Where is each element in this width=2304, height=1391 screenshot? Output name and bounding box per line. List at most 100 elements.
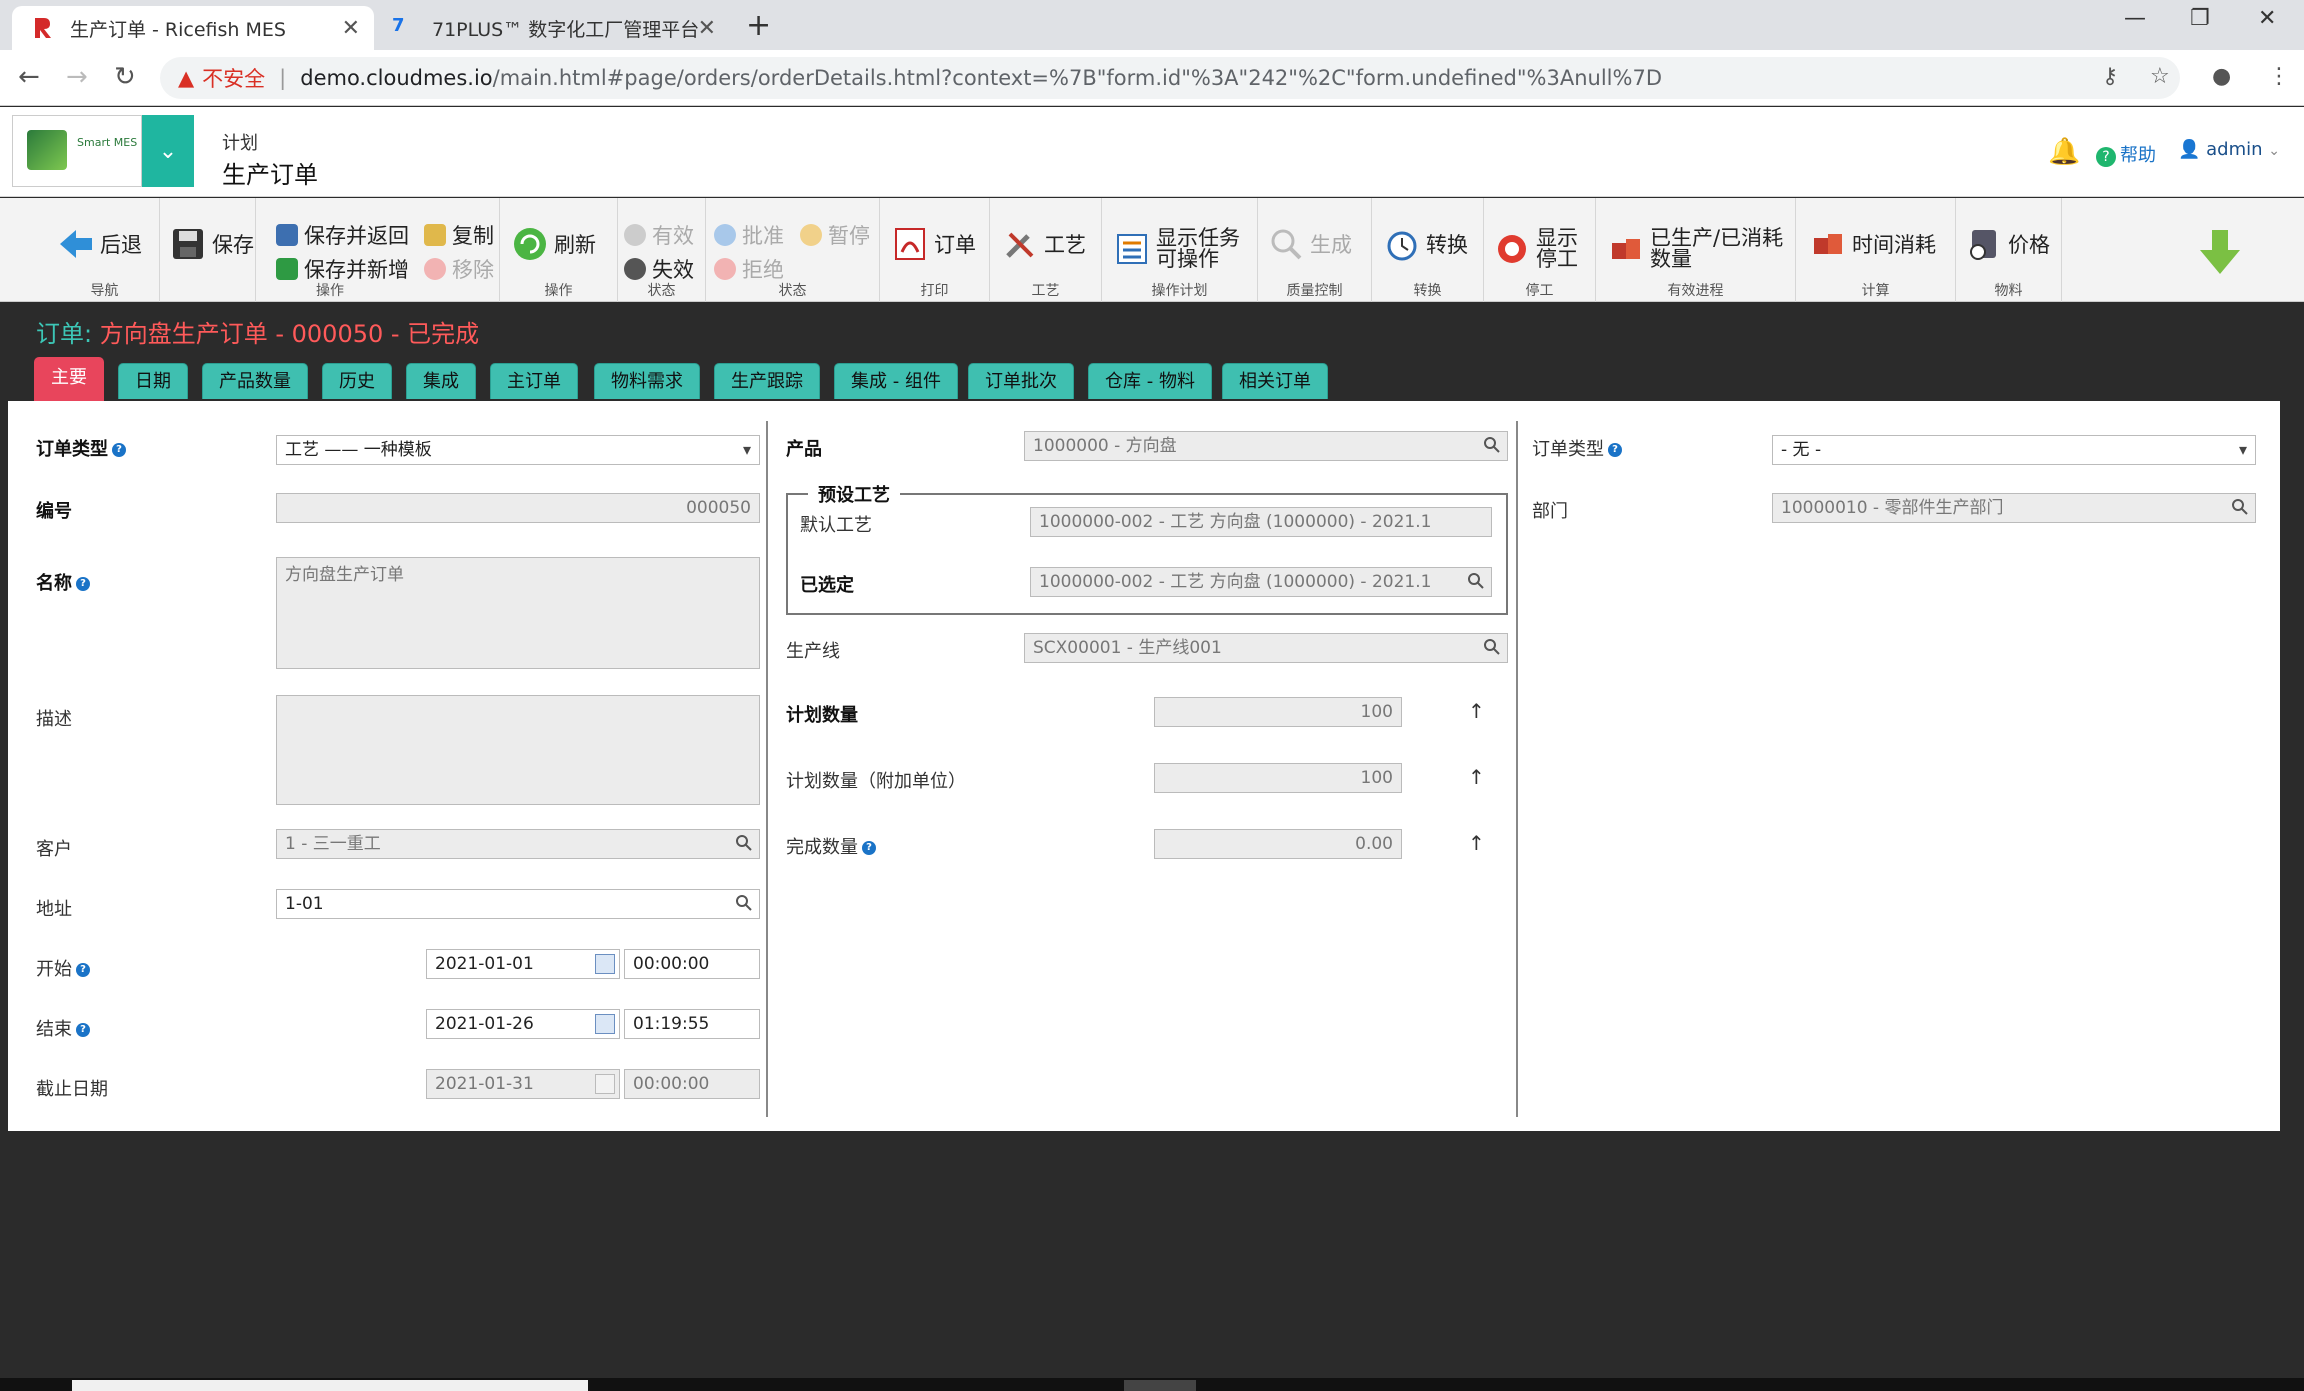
end-date-field[interactable]: 2021-01-26	[426, 1009, 620, 1039]
key-icon[interactable]: ⚷	[2102, 64, 2118, 89]
deadline-date-field[interactable]: 2021-01-31	[426, 1069, 620, 1099]
refresh-button[interactable]: 刷新	[512, 226, 596, 262]
bell-icon[interactable]: 🔔	[2048, 137, 2080, 167]
up-arrow-icon[interactable]: ↑	[1468, 831, 1485, 855]
produced-consumed-button[interactable]: 已生产/已消耗 数量	[1608, 228, 1783, 270]
search-icon[interactable]	[1467, 572, 1485, 590]
tab-related-orders[interactable]: 相关订单	[1222, 363, 1328, 399]
info-icon[interactable]: ?	[862, 841, 876, 855]
breadcrumb-parent[interactable]: 计划	[222, 129, 258, 155]
back-button[interactable]: 后退	[58, 226, 142, 262]
forward-arrow-icon[interactable]: →	[66, 62, 88, 92]
search-icon[interactable]	[1483, 436, 1501, 454]
close-tab-icon[interactable]: ✕	[698, 16, 716, 41]
browser-tab-active[interactable]: 生产订单 - Ricefish MES ✕	[12, 6, 374, 50]
save-and-return-button[interactable]: 保存并返回	[276, 220, 409, 250]
restore-window-icon[interactable]: ❐	[2190, 6, 2210, 31]
calendar-icon[interactable]	[595, 1014, 615, 1034]
calendar-icon[interactable]	[595, 954, 615, 974]
new-tab-icon[interactable]: +	[746, 8, 771, 43]
save-button[interactable]: 保存	[170, 226, 254, 262]
address-lookup[interactable]: 1-01	[276, 889, 760, 919]
help-link[interactable]: ? 帮助	[2096, 141, 2156, 167]
copy-button[interactable]: 复制	[424, 220, 494, 250]
close-tab-icon[interactable]: ✕	[342, 16, 360, 41]
department-lookup[interactable]: 10000010 - 零部件生产部门	[1772, 493, 2256, 523]
caret-down-icon: ⌄	[2268, 143, 2281, 159]
name-textarea[interactable]: 方向盘生产订单	[276, 557, 760, 669]
up-arrow-icon[interactable]: ↑	[1468, 699, 1485, 723]
tab-product-quantity[interactable]: 产品数量	[202, 363, 308, 399]
search-icon[interactable]	[735, 894, 753, 912]
tab-production-tracking[interactable]: 生产跟踪	[714, 363, 820, 399]
url-field[interactable]: ▲ 不安全 | demo.cloudmes.io/main.html#page/…	[160, 57, 2180, 99]
minimize-window-icon[interactable]: —	[2124, 6, 2146, 31]
show-tasks-button[interactable]: 显示任务 可操作	[1114, 228, 1240, 270]
process-button[interactable]: 工艺	[1002, 226, 1086, 262]
tab-master-order[interactable]: 主订单	[490, 363, 578, 399]
tab-integration-components[interactable]: 集成 - 组件	[834, 363, 958, 399]
convert-button[interactable]: 转换	[1384, 226, 1468, 262]
close-window-icon[interactable]: ✕	[2258, 6, 2276, 31]
customer-lookup[interactable]: 1 - 三一重工	[276, 829, 760, 859]
save-return-icon	[276, 224, 298, 246]
order-pdf-button[interactable]: 订单	[892, 226, 976, 262]
planned-quantity-field[interactable]: 100	[1154, 697, 1402, 727]
tab-history[interactable]: 历史	[322, 363, 392, 399]
number-field[interactable]: 000050	[276, 493, 760, 523]
info-icon[interactable]: ?	[76, 1023, 90, 1037]
deadline-time-field[interactable]: 00:00:00	[624, 1069, 760, 1099]
profile-avatar-icon[interactable]: ●	[2212, 64, 2231, 89]
activate-button[interactable]: 有效	[624, 220, 694, 250]
start-date-field[interactable]: 2021-01-01	[426, 949, 620, 979]
end-time-field[interactable]: 01:19:55	[624, 1009, 760, 1039]
order-type-select[interactable]: 工艺 —— 一种模板	[276, 435, 760, 465]
browser-tab-title: 生产订单 - Ricefish MES	[70, 18, 286, 41]
reload-icon[interactable]: ↻	[114, 62, 136, 92]
info-icon[interactable]: ?	[76, 577, 90, 591]
pause-button[interactable]: 暂停	[800, 220, 870, 250]
menu-toggle-button[interactable]: ⌄	[142, 115, 194, 187]
search-icon[interactable]	[735, 834, 753, 852]
description-textarea[interactable]	[276, 695, 760, 805]
info-icon[interactable]: ?	[76, 963, 90, 977]
show-stoppages-button[interactable]: 显示 停工	[1494, 228, 1578, 270]
floppy-disk-icon	[173, 229, 203, 259]
up-arrow-icon[interactable]: ↑	[1468, 765, 1485, 789]
browser-tab-title: 71PLUS™ 数字化工厂管理平台	[432, 18, 700, 41]
tab-dates[interactable]: 日期	[118, 363, 188, 399]
tab-main[interactable]: 主要	[34, 357, 104, 401]
browser-tab[interactable]: 7 71PLUS™ 数字化工厂管理平台 ✕	[374, 6, 730, 50]
tab-material-requirements[interactable]: 物料需求	[594, 363, 700, 399]
time-consumption-button[interactable]: 时间消耗	[1810, 226, 1936, 262]
collapse-toolbar-icon[interactable]	[2196, 228, 2244, 276]
back-arrow-icon[interactable]: ←	[18, 62, 40, 92]
info-icon[interactable]: ?	[112, 443, 126, 457]
done-quantity-field[interactable]: 0.00	[1154, 829, 1402, 859]
production-line-lookup[interactable]: SCX00001 - 生产线001	[1024, 633, 1508, 663]
start-time-field[interactable]: 00:00:00	[624, 949, 760, 979]
product-lookup[interactable]: 1000000 - 方向盘	[1024, 431, 1508, 461]
price-button[interactable]: 价格	[1966, 226, 2050, 262]
user-menu[interactable]: 👤 admin ⌄	[2178, 139, 2280, 160]
approve-button[interactable]: 批准	[714, 220, 784, 250]
calendar-icon[interactable]	[595, 1074, 615, 1094]
number-label: 编号	[36, 501, 72, 522]
search-icon[interactable]	[1483, 638, 1501, 656]
info-icon[interactable]: ?	[1608, 443, 1622, 457]
tab-integration[interactable]: 集成	[406, 363, 476, 399]
browser-menu-icon[interactable]: ⋮	[2268, 64, 2290, 89]
order-category-select[interactable]: - 无 -	[1772, 435, 2256, 465]
selected-process-lookup[interactable]: 1000000-002 - 工艺 方向盘 (1000000) - 2021.1	[1030, 567, 1492, 597]
tab-warehouse-materials[interactable]: 仓库 - 物料	[1088, 363, 1212, 399]
logo-mark-icon	[27, 130, 67, 170]
tab-order-batches[interactable]: 订单批次	[968, 363, 1074, 399]
smart-mes-logo[interactable]: Smart MES	[12, 115, 142, 187]
default-process-field[interactable]: 1000000-002 - 工艺 方向盘 (1000000) - 2021.1	[1030, 507, 1492, 537]
planned-quantity-additional-field[interactable]: 100	[1154, 763, 1402, 793]
generate-button[interactable]: 生成	[1268, 226, 1352, 262]
taskbar-app[interactable]	[1124, 1380, 1196, 1391]
star-icon[interactable]: ☆	[2150, 64, 2170, 89]
search-icon[interactable]	[2231, 498, 2249, 516]
taskbar-search[interactable]	[72, 1380, 588, 1391]
